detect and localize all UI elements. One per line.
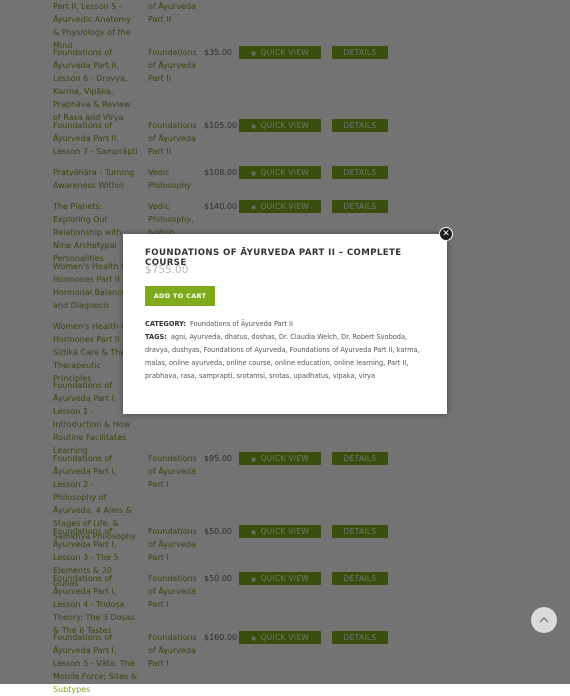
tag-link[interactable]: srotas: [269, 372, 289, 380]
tag-link[interactable]: Foundations of Ayurveda Part II: [290, 346, 393, 354]
category-line: CATEGORY: Foundations of Āyurveda Part II: [145, 318, 425, 331]
tags-label: TAGS:: [145, 333, 167, 341]
tag-link[interactable]: dravya: [145, 346, 168, 354]
tag-link[interactable]: dhatus: [225, 333, 248, 341]
tag-link[interactable]: Ayurveda: [189, 333, 220, 341]
tag-link[interactable]: dushyas: [172, 346, 199, 354]
tag-link[interactable]: upadhatus: [293, 372, 328, 380]
category-link[interactable]: Foundations of Āyurveda Part II: [190, 320, 293, 328]
tag-link[interactable]: agni: [171, 333, 185, 341]
scroll-to-top-button[interactable]: [531, 607, 557, 633]
close-modal-button[interactable]: ✕: [439, 227, 453, 241]
tag-list: agni, Ayurveda, dhatus, doshas, Dr. Clau…: [145, 333, 420, 380]
tag-link[interactable]: Part II: [387, 359, 406, 367]
tag-link[interactable]: online learning: [334, 359, 383, 367]
chevron-up-icon: [539, 616, 549, 623]
tag-link[interactable]: Dr. Robert Svoboda: [341, 333, 405, 341]
modal-price: $755.00: [145, 264, 189, 276]
add-to-cart-button[interactable]: ADD TO CART: [145, 286, 215, 306]
close-icon: ✕: [442, 229, 450, 239]
tag-link[interactable]: rasa: [181, 372, 195, 380]
tag-link[interactable]: prabhava: [145, 372, 176, 380]
tag-link[interactable]: malas: [145, 359, 165, 367]
tag-link[interactable]: Dr. Claudia Welch: [279, 333, 337, 341]
tag-link[interactable]: online education: [275, 359, 330, 367]
tag-link[interactable]: samprapti: [199, 372, 232, 380]
tag-link[interactable]: vipaka: [333, 372, 355, 380]
quick-view-modal: FOUNDATIONS OF ĀYURVEDA PART II – COMPLE…: [123, 234, 447, 414]
tags-line: TAGS: agni, Ayurveda, dhatus, doshas, Dr.…: [145, 331, 425, 383]
modal-title: FOUNDATIONS OF ĀYURVEDA PART II – COMPLE…: [145, 248, 402, 268]
tag-link[interactable]: online ayurveda: [169, 359, 222, 367]
tag-link[interactable]: doshas: [251, 333, 274, 341]
tag-link[interactable]: online course: [226, 359, 270, 367]
tag-link[interactable]: virya: [359, 372, 375, 380]
tag-link[interactable]: karma: [397, 346, 418, 354]
tag-link[interactable]: Foundations of Ayurveda: [204, 346, 286, 354]
tag-link[interactable]: srotamsi: [237, 372, 265, 380]
category-label: CATEGORY:: [145, 320, 187, 328]
